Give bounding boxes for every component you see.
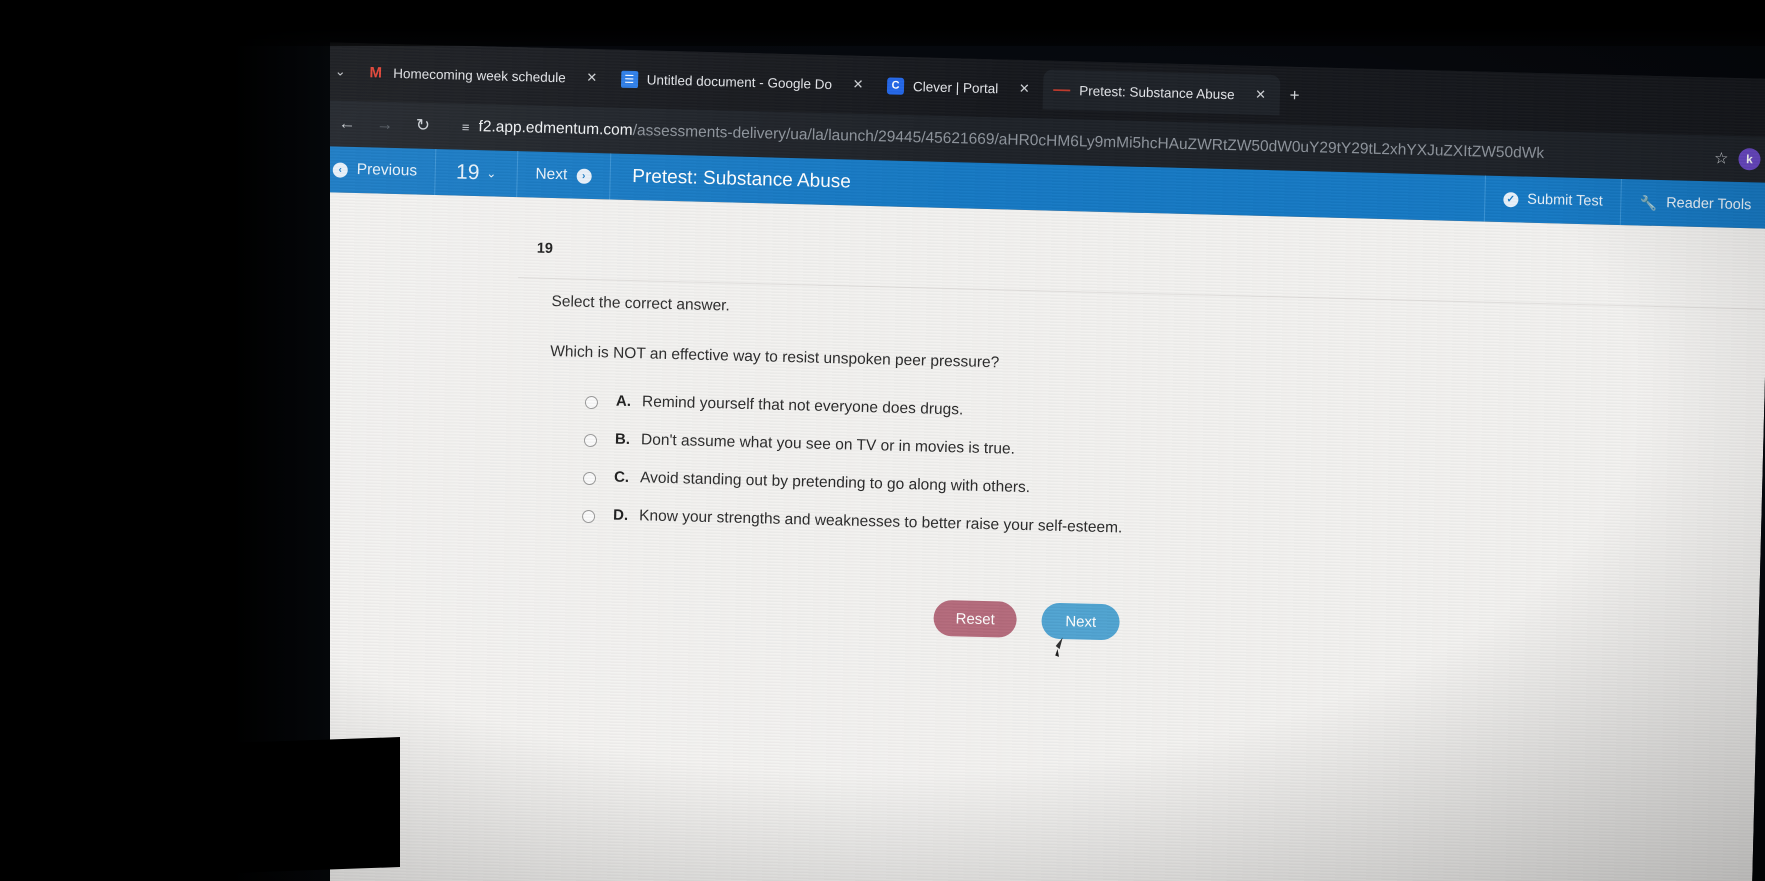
question-number-dropdown[interactable]: 19 ⌄ [435, 149, 519, 198]
bookmark-star-icon[interactable]: ☆ [1714, 148, 1729, 168]
answer-option-b[interactable]: B. Don't assume what you see on TV or in… [583, 430, 1703, 476]
question-body: Select the correct answer. Which is NOT … [545, 293, 1706, 572]
answer-option-c[interactable]: C. Avoid standing out by pretending to g… [582, 468, 1702, 514]
browser-tab-clever[interactable]: C Clever | Portal ✕ [877, 65, 1044, 109]
option-text: Don't assume what you see on TV or in mo… [640, 431, 1016, 458]
radio-button-a[interactable] [584, 395, 599, 410]
option-letter: A. [615, 392, 632, 411]
google-docs-icon: ☰ [620, 70, 638, 88]
url-path: /assessments-delivery/ua/la/launch/29445… [632, 121, 1545, 163]
question-number-heading: 19 [536, 240, 554, 258]
option-letter: D. [612, 506, 629, 524]
browser-tab-google-docs[interactable]: ☰ Untitled document - Google Do ✕ [610, 58, 877, 105]
submit-test-label: Submit Test [1527, 191, 1603, 210]
check-circle-icon: ✓ [1503, 191, 1519, 207]
question-directions: Select the correct answer. [551, 292, 731, 315]
answer-option-d[interactable]: D. Know your strengths and weaknesses to… [581, 506, 1701, 552]
monitor-screen: ⌄ M Homecoming week schedule ✕ ☰ Untitle… [296, 42, 1765, 881]
wrench-icon: 🔧 [1639, 194, 1658, 211]
new-tab-button[interactable]: + [1279, 80, 1310, 111]
profile-avatar[interactable]: k [1738, 147, 1761, 171]
toolbar-right-actions: ✓ Submit Test 🔧 Reader Tools [1483, 175, 1765, 229]
tab-title: Clever | Portal [912, 78, 999, 96]
option-text: Avoid standing out by pretending to go a… [639, 469, 1031, 497]
site-settings-icon[interactable]: ≡ [462, 119, 469, 134]
back-icon[interactable]: ← [330, 106, 365, 141]
current-question-number: 19 [455, 160, 480, 185]
reset-button[interactable]: Reset [933, 599, 1018, 638]
option-text: Remind yourself that not everyone does d… [641, 393, 964, 419]
browser-tab-pretest[interactable]: — Pretest: Substance Abuse ✕ [1042, 69, 1281, 116]
forward-icon[interactable]: → [368, 107, 403, 142]
question-action-buttons: Reset Next [933, 599, 1121, 641]
radio-button-d[interactable] [581, 509, 596, 524]
clever-icon: C [886, 76, 905, 95]
reload-icon[interactable]: ↻ [405, 108, 440, 143]
question-content-area: 19 Select the correct answer. Which is N… [296, 191, 1765, 881]
edmentum-icon: — [1053, 79, 1071, 100]
reader-tools-label: Reader Tools [1665, 195, 1752, 214]
tab-title: Homecoming week schedule [393, 65, 566, 85]
bezel-top [0, 0, 1765, 46]
reader-tools-button[interactable]: 🔧 Reader Tools [1620, 179, 1765, 229]
previous-label: Previous [356, 161, 418, 180]
chevron-down-icon: ⌄ [486, 166, 497, 181]
browser-tab-gmail[interactable]: M Homecoming week schedule ✕ [357, 52, 612, 98]
gmail-icon: M [369, 63, 383, 82]
radio-button-c[interactable] [582, 471, 597, 486]
url-host: f2.app.edmentum.com [478, 118, 633, 139]
mouse-cursor [1055, 648, 1062, 657]
toolbar-actions: ☆ k [1706, 147, 1761, 171]
question-stem: Which is NOT an effective way to resist … [550, 342, 1000, 372]
screen-photo: ⌄ M Homecoming week schedule ✕ ☰ Untitle… [0, 0, 1765, 881]
option-letter: B. [614, 430, 631, 449]
next-question-button[interactable]: Next › [516, 151, 611, 200]
arrow-left-circle-icon: ‹ [332, 161, 348, 178]
option-letter: C. [613, 468, 630, 487]
option-text: Know your strengths and weaknesses to be… [638, 507, 1123, 537]
answer-option-a[interactable]: A. Remind yourself that not everyone doe… [584, 392, 1704, 438]
previous-question-button[interactable]: ‹ Previous [314, 145, 437, 196]
radio-button-b[interactable] [583, 433, 598, 448]
tab-close-icon[interactable]: ✕ [580, 67, 603, 90]
answer-options-list: A. Remind yourself that not everyone doe… [581, 392, 1704, 552]
arrow-right-circle-icon: › [576, 168, 592, 184]
tab-close-icon[interactable]: ✕ [1013, 78, 1036, 101]
bezel-bottom-left [0, 737, 400, 881]
tab-title: Untitled document - Google Do [646, 71, 833, 92]
submit-test-button[interactable]: ✓ Submit Test [1483, 175, 1622, 226]
tab-close-icon[interactable]: ✕ [847, 73, 870, 96]
next-label: Next [535, 165, 568, 184]
next-button[interactable]: Next [1041, 602, 1121, 641]
tab-close-icon[interactable]: ✕ [1249, 84, 1272, 107]
tab-title: Pretest: Substance Abuse [1079, 82, 1235, 102]
